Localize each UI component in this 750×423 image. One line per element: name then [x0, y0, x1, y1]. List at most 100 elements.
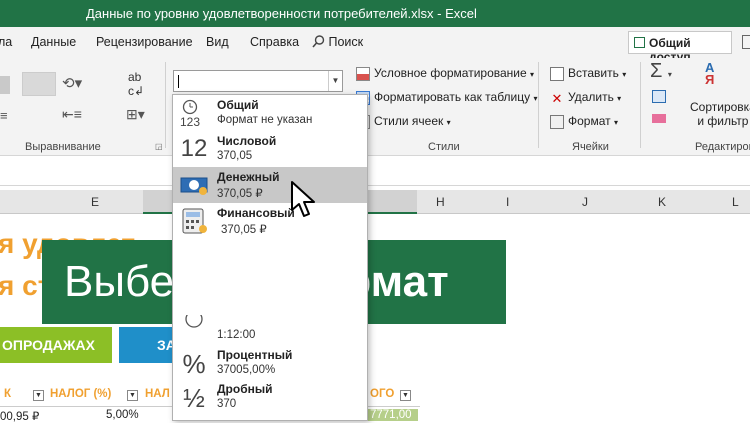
format-name: Процентный	[217, 348, 293, 362]
clock-icon	[179, 310, 209, 343]
alignment-group-label: Выравнивание	[25, 141, 101, 153]
clear-icon[interactable]	[652, 114, 666, 123]
editing-group-label: Редактирова	[695, 141, 750, 153]
indent-decrease-icon[interactable]: ⇤≡	[62, 106, 82, 123]
share-button[interactable]: Общий доступ	[628, 31, 732, 64]
fill-icon[interactable]	[652, 90, 666, 103]
tab-layout[interactable]: ла	[0, 35, 12, 49]
cell-value: 5,00%	[106, 409, 139, 421]
format-example: 37005,00%	[217, 364, 276, 376]
format-label: Формат	[568, 114, 611, 128]
separator	[640, 62, 641, 148]
format-item-time[interactable]: 1:12:00	[173, 310, 367, 347]
format-item-currency[interactable]: Денежный 370,05 ₽	[173, 167, 367, 203]
search-icon	[312, 35, 325, 48]
column-header-k[interactable]: K	[658, 195, 666, 209]
styles-group-label: Стили	[428, 141, 460, 153]
number-12-icon: 12	[180, 135, 208, 162]
format-example: Формат не указан	[217, 114, 313, 126]
align-icon[interactable]: ≡	[0, 108, 8, 123]
conditional-formatting-icon	[356, 66, 370, 81]
format-example: 370,05 ₽	[221, 224, 267, 236]
ribbon-tabs: ла Данные Рецензирование Вид Справка Пои…	[0, 27, 750, 64]
insert-button[interactable]: Вставить ▾	[550, 66, 626, 81]
sort-filter-icon[interactable]: AЯ	[705, 61, 714, 86]
cells-group-label: Ячейки	[572, 141, 609, 153]
tab-help[interactable]: Справка	[250, 35, 299, 49]
search-tab[interactable]: Поиск	[312, 35, 363, 49]
orientation-icon[interactable]: ⟲▾	[62, 74, 82, 92]
format-item-percent[interactable]: % Процентный 37005,00%	[173, 345, 367, 381]
sort-filter-button[interactable]: Сортировка и фильтр	[690, 100, 750, 128]
text-caret	[178, 75, 179, 88]
header-nal: НАЛ	[145, 388, 170, 400]
format-as-table-button[interactable]: Форматировать как таблицу ▾	[356, 90, 538, 105]
number-format-dropdown[interactable]: 123 Общий Формат не указан 12 Числовой 3…	[172, 94, 368, 421]
conditional-formatting-button[interactable]: Условное форматирование ▾	[356, 66, 534, 81]
title-bar: Данные по уровню удовлетворенности потре…	[0, 0, 750, 27]
filter-dropdown-icon[interactable]: ▼	[127, 390, 138, 401]
formula-bar[interactable]	[0, 156, 750, 186]
share-icon	[634, 37, 645, 48]
search-label: Поиск	[328, 35, 364, 49]
cell-styles-label: Стили ячеек	[374, 114, 444, 128]
format-item-fraction[interactable]: ½ Дробный 370	[173, 379, 367, 415]
conditional-formatting-label: Условное форматирование	[374, 66, 527, 80]
window-title: Данные по уровню удовлетворенности потре…	[86, 6, 477, 21]
cell-value: 7771,00	[368, 409, 418, 421]
money-icon	[179, 171, 209, 199]
format-example: 370	[217, 398, 237, 410]
header-tax: НАЛОГ (%)	[50, 388, 112, 400]
filter-dropdown-icon[interactable]: ▼	[33, 390, 44, 401]
collapse-icon[interactable]	[742, 35, 750, 49]
delete-icon: ✕	[551, 90, 563, 106]
column-header-l[interactable]: L	[732, 195, 739, 209]
merge-center-icon[interactable]: ⊞▾	[126, 106, 145, 123]
format-name: Дробный	[217, 382, 273, 396]
format-item-accounting[interactable]: Финансовый 370,05 ₽	[173, 203, 367, 239]
column-headers: E H I J K L	[0, 190, 750, 214]
percent-icon: %	[182, 349, 206, 379]
format-item-general[interactable]: 123 Общий Формат не указан	[173, 95, 367, 131]
calculator-icon	[179, 207, 209, 235]
dialog-launcher-icon[interactable]: ◲	[155, 142, 163, 151]
sort-filter-label-2: и фильтр	[697, 114, 749, 128]
sales-button[interactable]: ОПРОДАЖАХ	[0, 327, 112, 363]
column-header-e[interactable]: E	[91, 195, 99, 209]
insert-icon	[550, 66, 564, 81]
sales-button-label: ОПРОДАЖАХ	[2, 337, 95, 353]
tab-data[interactable]: Данные	[31, 35, 76, 49]
format-example: 370,05 ₽	[217, 188, 263, 200]
delete-label: Удалить	[568, 90, 614, 104]
autosum-icon[interactable]: Σ ▾	[650, 60, 672, 83]
separator	[165, 62, 166, 148]
svg-text:123: 123	[180, 115, 200, 127]
chevron-down-icon[interactable]: ▼	[328, 71, 342, 91]
format-name: Числовой	[217, 134, 277, 148]
column-header-i[interactable]: I	[506, 195, 509, 209]
format-icon	[550, 114, 564, 129]
number-format-combo[interactable]: ▼	[173, 70, 343, 92]
tab-review[interactable]: Рецензирование	[96, 35, 193, 49]
format-name: Денежный	[217, 170, 280, 184]
column-header-j[interactable]: J	[582, 195, 588, 209]
delete-button[interactable]: ✕ Удалить ▾	[550, 90, 622, 106]
filter-dropdown-icon[interactable]: ▼	[400, 390, 411, 401]
format-name: Финансовый	[217, 206, 295, 220]
indent-icon[interactable]	[0, 76, 10, 94]
format-name: Общий	[217, 98, 259, 112]
header-k: К	[4, 388, 12, 400]
format-example: 370,05	[217, 150, 253, 162]
format-button[interactable]: Формат ▾	[550, 114, 618, 129]
format-example: 1:12:00	[217, 329, 256, 341]
cell-styles-button[interactable]: Стили ячеек ▾	[356, 114, 451, 129]
merge-cells-icon[interactable]	[22, 72, 56, 96]
format-as-table-label: Форматировать как таблицу	[374, 90, 531, 104]
wrap-text-icon[interactable]: ab c↲	[128, 70, 144, 98]
second-button[interactable]: ЗА	[119, 327, 179, 363]
header-ogo: ОГО	[370, 388, 395, 400]
tab-view[interactable]: Вид	[206, 35, 229, 49]
column-header-h[interactable]: H	[436, 195, 445, 209]
sort-filter-label-1: Сортировка	[690, 100, 750, 114]
format-item-number[interactable]: 12 Числовой 370,05	[173, 131, 367, 167]
